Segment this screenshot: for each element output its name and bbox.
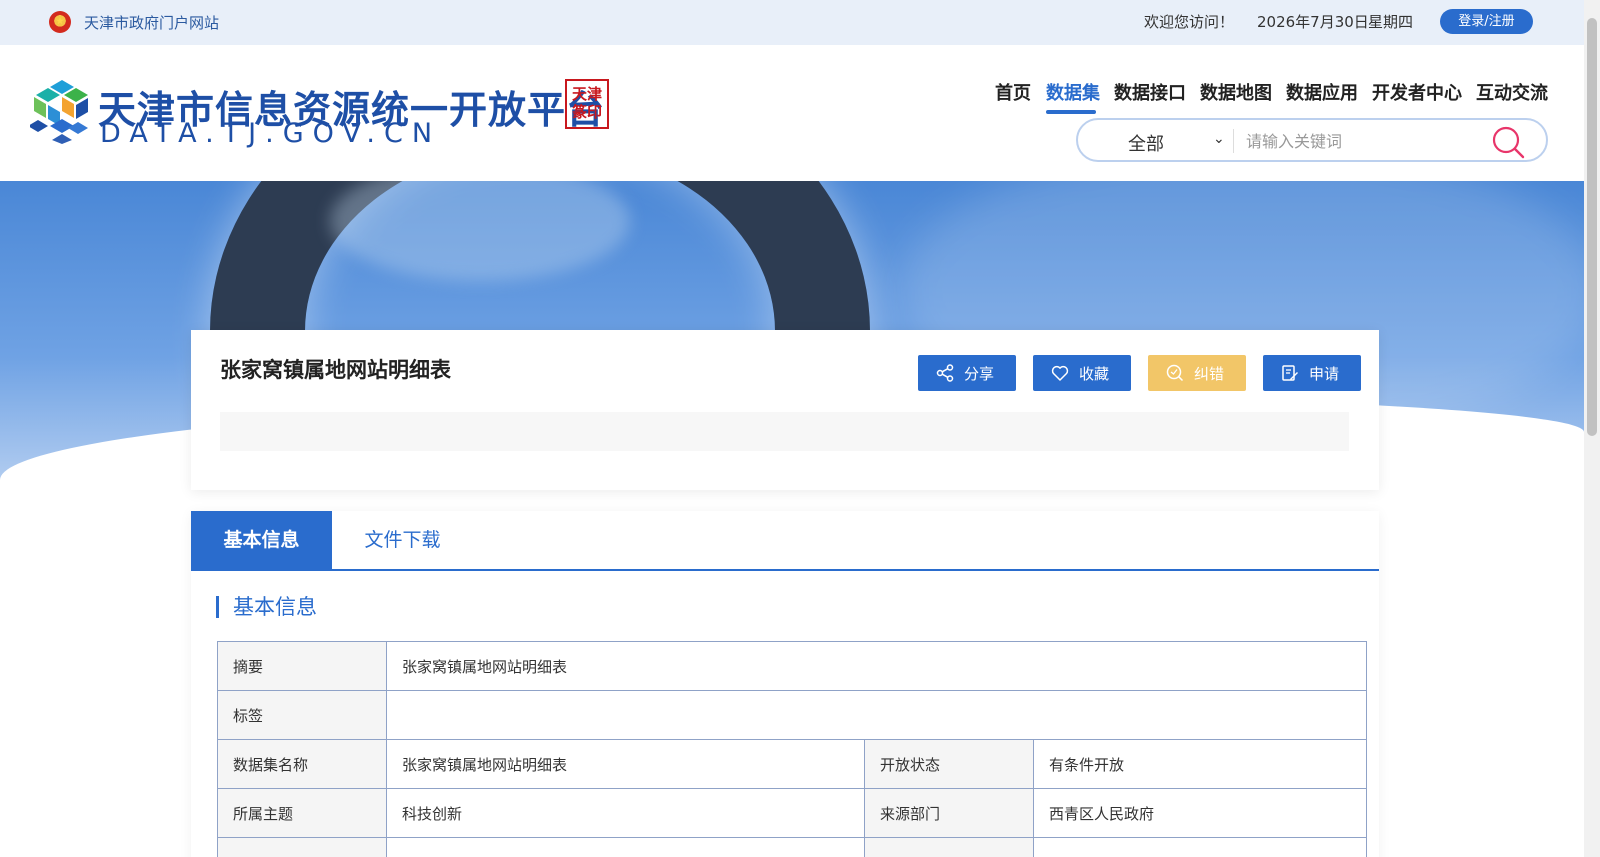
favorite-button[interactable]: 收藏 xyxy=(1033,355,1131,391)
search-category-select[interactable]: 全部 xyxy=(1128,130,1164,156)
tags-value xyxy=(386,690,1367,740)
dataset-detail-panel: 基本信息 文件下载 基本信息 摘要 张家窝镇属地网站明细表 标签 数据集名称 张… xyxy=(191,511,1379,857)
favorite-label: 收藏 xyxy=(1079,365,1110,383)
nav-data-apps[interactable]: 数据应用 xyxy=(1286,79,1358,105)
gov-portal-link[interactable]: 天津市政府门户网站 xyxy=(84,12,219,33)
search-icon[interactable] xyxy=(1490,124,1526,160)
topic-value: 科技创新 xyxy=(386,788,865,838)
login-register-button[interactable]: 登录/注册 xyxy=(1440,9,1533,34)
nav-home[interactable]: 首页 xyxy=(995,79,1031,105)
tab-file-download[interactable]: 文件下载 xyxy=(332,511,473,570)
source-dept-label: 来源部门 xyxy=(864,788,1034,838)
scrollbar-thumb[interactable] xyxy=(1587,18,1597,436)
open-status-label: 开放状态 xyxy=(864,739,1034,789)
table-row: 摘要 张家窝镇属地网站明细表 xyxy=(217,641,1367,691)
correction-icon xyxy=(1166,364,1184,382)
nav-datasets[interactable]: 数据集 xyxy=(1046,79,1100,105)
nav-data-map[interactable]: 数据地图 xyxy=(1200,79,1272,105)
dataset-name-label: 数据集名称 xyxy=(217,739,387,789)
chevron-down-icon[interactable]: ⌄ xyxy=(1213,131,1225,147)
page-scrollbar[interactable] xyxy=(1584,0,1600,857)
dataset-title: 张家窝镇属地网站明细表 xyxy=(220,358,451,382)
dataset-title-card: 张家窝镇属地网站明细表 分享 收藏 纠错 申请 xyxy=(191,330,1379,490)
nav-developer-center[interactable]: 开发者中心 xyxy=(1372,79,1462,105)
platform-logo-icon[interactable] xyxy=(30,78,94,144)
section-title: 基本信息 xyxy=(216,596,317,618)
summary-value: 张家窝镇属地网站明细表 xyxy=(386,641,1367,691)
table-row xyxy=(217,837,1367,857)
share-button[interactable]: 分享 xyxy=(918,355,1016,391)
dataset-name-value: 张家窝镇属地网站明细表 xyxy=(386,739,865,789)
table-cell xyxy=(386,837,865,857)
table-row: 标签 xyxy=(217,690,1367,740)
search-bar: 全部 ⌄ xyxy=(1076,118,1548,162)
share-icon xyxy=(936,364,954,382)
basic-info-table: 摘要 张家窝镇属地网站明细表 标签 数据集名称 张家窝镇属地网站明细表 开放状态… xyxy=(217,641,1367,857)
table-cell xyxy=(864,837,1034,857)
table-row: 所属主题 科技创新 来源部门 西青区人民政府 xyxy=(217,788,1367,838)
share-label: 分享 xyxy=(964,365,995,383)
search-input[interactable] xyxy=(1246,126,1486,156)
nav-interaction[interactable]: 互动交流 xyxy=(1476,79,1548,105)
search-divider xyxy=(1233,129,1234,153)
current-date: 2026年7月30日 xyxy=(1257,13,1369,31)
apply-label: 申请 xyxy=(1309,365,1340,383)
table-row: 数据集名称 张家窝镇属地网站明细表 开放状态 有条件开放 xyxy=(217,739,1367,789)
heart-icon xyxy=(1051,365,1069,381)
table-cell xyxy=(217,837,387,857)
report-error-label: 纠错 xyxy=(1194,365,1225,383)
current-weekday: 星期四 xyxy=(1368,13,1414,31)
table-cell xyxy=(1033,837,1367,857)
dataset-description xyxy=(220,412,1349,451)
national-emblem-icon xyxy=(49,11,71,33)
topic-label: 所属主题 xyxy=(217,788,387,838)
apply-button[interactable]: 申请 xyxy=(1263,355,1361,391)
summary-label: 摘要 xyxy=(217,641,387,691)
top-bar: 天津市政府门户网站 欢迎您访问！ 2026年7月30日 星期四 登录/注册 xyxy=(0,0,1584,45)
nav-data-api[interactable]: 数据接口 xyxy=(1114,79,1186,105)
tianjin-seal-logo: 天津 篆印 xyxy=(565,79,609,129)
welcome-text: 欢迎您访问！ xyxy=(1144,13,1235,31)
edit-document-icon xyxy=(1282,365,1298,381)
source-dept-value: 西青区人民政府 xyxy=(1033,788,1367,838)
open-status-value: 有条件开放 xyxy=(1033,739,1367,789)
platform-domain: DATA.TJ.GOV.CN xyxy=(100,118,442,149)
tab-basic-info[interactable]: 基本信息 xyxy=(191,511,332,570)
report-error-button[interactable]: 纠错 xyxy=(1148,355,1246,391)
nav-active-indicator xyxy=(1046,110,1096,114)
tab-bar: 基本信息 文件下载 xyxy=(191,511,1379,571)
tags-label: 标签 xyxy=(217,690,387,740)
site-header: 天津市信息资源统一开放平台 DATA.TJ.GOV.CN 天津 篆印 首页 数据集… xyxy=(0,45,1584,181)
